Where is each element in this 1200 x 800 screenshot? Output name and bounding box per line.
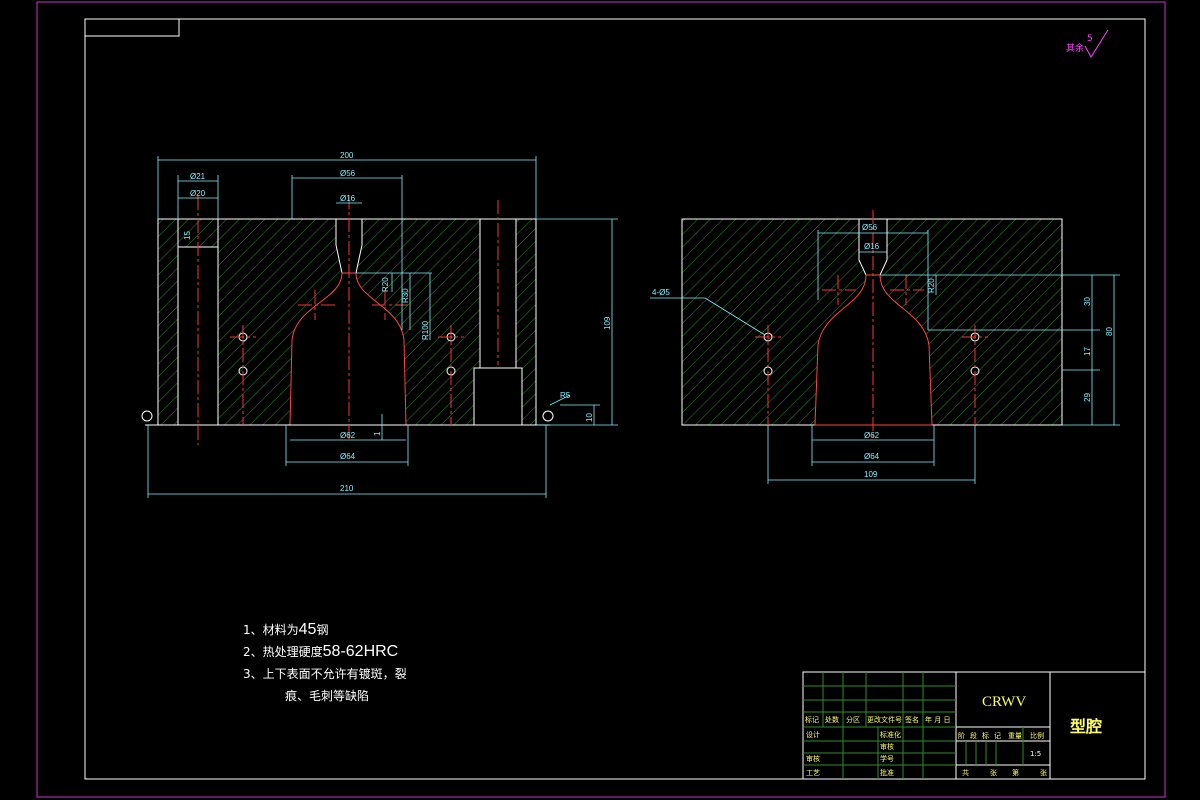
tb-approve: 批准 [880, 768, 894, 777]
roughness-value: 5 [1087, 34, 1093, 44]
roughness-label: 其余 [1066, 42, 1084, 54]
tb-rev-doc: 更改文件号 [867, 715, 902, 724]
roughness-symbol: 5 其余 [1066, 29, 1109, 58]
side-dim-w109: 109 [864, 470, 878, 479]
side-dim-d64: Ø64 [864, 452, 880, 461]
side-dim-holes: 4-Ø5 [652, 288, 670, 297]
svg-text:2、热处理硬度58-62HRC: 2、热处理硬度58-62HRC [243, 643, 398, 660]
side-dim-h17: 17 [1083, 347, 1092, 356]
front-left-lug [141, 410, 153, 422]
dim-d64: Ø64 [340, 452, 356, 461]
corner-code-box [84, 18, 180, 37]
note-line3: 3、上下表面不允许有镀斑，裂 [243, 666, 407, 681]
side-dim-h30: 30 [1083, 297, 1092, 306]
tb-audit: 审核 [806, 754, 820, 763]
tb-rev-count: 处数 [825, 715, 839, 724]
tb-sheet-total: 共 [962, 768, 969, 777]
tb-design: 设计 [806, 730, 820, 739]
dim-overall-width: 200 [340, 151, 354, 160]
tb-review-label: 审核 [880, 742, 894, 751]
front-right-lug [542, 410, 554, 422]
dim-height109: 109 [603, 316, 612, 330]
tb-part-name: 型腔 [1070, 717, 1102, 736]
dim-d21: Ø21 [190, 172, 206, 181]
note-line1-suffix: 钢 [316, 623, 328, 637]
svg-text:1、材料为45钢: 1、材料为45钢 [243, 621, 328, 638]
tb-sheet-no: 第 [1012, 768, 1019, 777]
side-dim-d16: Ø16 [864, 242, 880, 251]
tb-rev-mark: 标记 [805, 715, 819, 724]
side-dim-h80: 80 [1105, 327, 1114, 336]
side-dim-d62: Ø62 [864, 431, 880, 440]
tb-rev-date: 年 月 日 [925, 715, 950, 724]
tb-rev-sign: 签名 [905, 715, 919, 724]
note-line1-big: 45 [299, 621, 317, 638]
dim-base210: 210 [340, 484, 354, 493]
note-line2-big: 58-62HRC [323, 643, 399, 660]
note-line1-prefix: 1、材料为 [243, 623, 299, 637]
cad-drawing: 5 其余 200 Ø21 Ø20 15 Ø56 Ø16 R20 R30 R100… [36, 1, 1166, 798]
tb-stage-0: 阶 [958, 731, 965, 740]
dim-r30: R30 [401, 288, 410, 303]
dim-depth15: 15 [183, 231, 192, 240]
front-view: 200 Ø21 Ø20 15 Ø56 Ø16 R20 R30 R100 109 … [141, 151, 618, 498]
note-line2-prefix: 2、热处理硬度 [243, 644, 323, 659]
dim-d16: Ø16 [340, 194, 356, 203]
dim-r5: R5 [560, 391, 571, 400]
title-block: 标记 处数 分区 更改文件号 签名 年 月 日 设计 标准化 审核 审核 学号 … [802, 671, 1146, 780]
tb-standardization: 标准化 [880, 730, 901, 739]
dim-r100: R100 [421, 320, 430, 340]
tb-scale-label: 比例 [1030, 731, 1044, 740]
tb-stage-2: 标 [982, 731, 989, 740]
tb-drawing-code: CRWV [982, 694, 1026, 710]
tb-student-no: 学号 [880, 754, 894, 763]
dim-h1: 1 [373, 431, 382, 436]
technical-notes: 1、材料为45钢 2、热处理硬度58-62HRC 3、上下表面不允许有镀斑，裂 … [243, 621, 407, 703]
tb-scale: 1:5 [1030, 750, 1041, 758]
side-dim-d56: Ø56 [862, 223, 878, 232]
tb-process: 工艺 [806, 769, 820, 777]
tb-stage-1: 段 [970, 731, 977, 740]
side-view: Ø56 Ø16 R20 4-Ø5 30 80 17 29 Ø62 Ø64 109 [650, 210, 1120, 484]
tb-sheet-unit-1: 张 [990, 768, 997, 777]
dim-d56: Ø56 [340, 169, 356, 178]
tb-stage-3: 记 [994, 732, 1001, 740]
tb-sheet-unit-2: 张 [1040, 768, 1047, 777]
dim-h10: 10 [585, 413, 594, 422]
side-dim-r20: R20 [927, 278, 936, 293]
tb-weight: 重量 [1008, 732, 1022, 740]
side-dim-h29: 29 [1083, 393, 1092, 402]
note-line4: 痕、毛刺等缺陷 [285, 688, 369, 703]
dim-r20: R20 [381, 277, 390, 292]
dim-d20: Ø20 [190, 189, 206, 198]
dim-d62: Ø62 [340, 431, 356, 440]
tb-rev-zone: 分区 [846, 715, 860, 724]
